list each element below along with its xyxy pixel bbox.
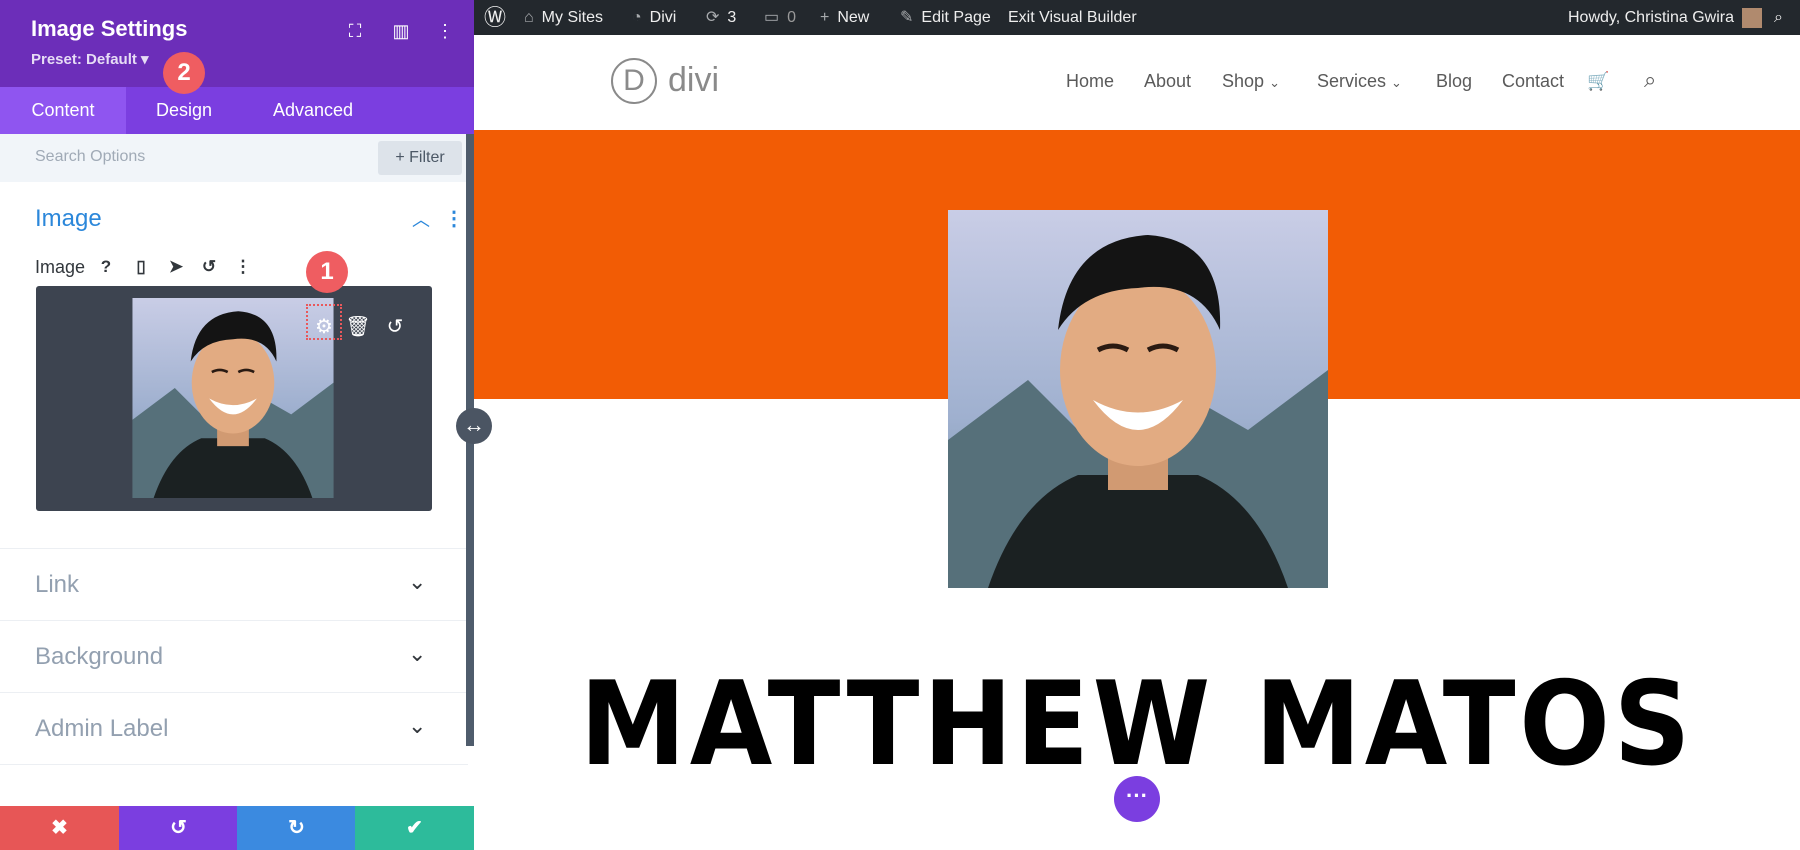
step-badge-1: 1 [306,251,348,293]
portrait-image [132,298,334,498]
nav-contact[interactable]: Contact [1502,71,1564,92]
pencil-icon: ✎ [900,9,914,26]
section-link[interactable]: Link ⌄ [0,548,468,621]
site-header: D divi Home About Shop ⌄ Services ⌄ Blog… [474,35,1800,130]
panel-title: Image Settings [31,16,188,41]
trash-icon[interactable]: 🗑 [343,312,373,342]
chevron-down-icon: ⌄ [1391,75,1402,90]
search-icon[interactable]: ⌕ [1644,67,1656,93]
updates-link[interactable]: ⟳ 3 [706,0,736,35]
new-label: New [837,9,870,26]
edit-page-link[interactable]: ✎ Edit Page [900,0,991,35]
new-link[interactable]: + New [820,0,869,35]
nav-home[interactable]: Home [1066,71,1114,92]
hero-portrait[interactable] [948,210,1328,588]
filter-button[interactable]: + Filter [378,141,462,175]
help-icon[interactable]: ? [93,254,119,280]
module-options-button[interactable]: ··· [1114,776,1160,822]
plus-icon: + [820,9,830,26]
chevron-down-icon: ⌄ [408,713,427,738]
nav-services-label: Services [1317,71,1387,91]
dashboard-icon: ◔ [632,9,642,26]
section-image-title[interactable]: Image [35,205,102,233]
image-upload-field[interactable]: ⚙ 🗑 ↺ [36,286,432,511]
image-thumbnail [132,298,334,498]
logo-mark[interactable]: D [611,58,657,104]
section-admin-label-title: Admin Label [35,715,169,742]
layout-icon[interactable]: ▥ [388,18,414,44]
nav-about[interactable]: About [1144,71,1191,92]
section-admin-label[interactable]: Admin Label ⌄ [0,692,468,765]
mobile-icon[interactable]: ▯ [128,254,154,280]
more-icon[interactable]: ⋮ [432,18,458,44]
wordpress-logo-icon[interactable]: Ⓦ [484,0,506,35]
chevron-up-icon[interactable]: ︿ [412,206,430,232]
gear-icon[interactable]: ⚙ [309,312,339,342]
nav-shop-label: Shop [1222,71,1265,91]
comments-count: 0 [787,9,797,26]
howdy-user[interactable]: Howdy, Christina Gwira [1568,0,1762,35]
updates-count: 3 [727,9,737,26]
undo-button[interactable]: ↺ [119,806,238,850]
image-field-label: Image [35,257,86,277]
plus-icon: + [395,149,405,166]
refresh-icon: ⟳ [706,9,720,26]
wp-admin-bar: Ⓦ ⌂ My Sites ◔ Divi ⟳ 3 ▭ 0 + New ✎ Edit Page … [474,0,1800,35]
redo-button[interactable]: ↻ [237,806,356,850]
resize-handle[interactable]: ↔ [456,408,492,444]
search-row: Search Options + Filter [0,134,474,182]
section-more-icon[interactable]: ⋮ [444,206,464,231]
tab-design[interactable]: Design [140,87,228,134]
hero-name-heading: MATTHEW MATOS [579,657,1695,792]
chevron-down-icon: ⌄ [408,641,427,666]
comment-icon: ▭ [764,9,780,26]
chevron-down-icon: ⌄ [1269,75,1280,90]
avatar [1741,7,1762,28]
section-link-title: Link [35,571,80,598]
field-more-icon[interactable]: ⋮ [230,254,256,280]
comments-link[interactable]: ▭ 0 [764,0,796,35]
fullscreen-icon[interactable]: ⛶ [342,18,368,44]
hover-icon[interactable]: ➤ [163,254,189,280]
panel-footer: ✖ ↺ ↻ ✔ [0,806,474,850]
tab-advanced[interactable]: Advanced [258,87,368,134]
nav-blog[interactable]: Blog [1436,71,1472,92]
home-icon: ⌂ [524,9,534,26]
cart-icon[interactable]: 🛒 [1587,71,1609,92]
howdy-label: Howdy, Christina Gwira [1568,9,1734,26]
edit-page-label: Edit Page [921,9,991,26]
filter-label: Filter [409,149,445,166]
tab-content[interactable]: Content [0,87,126,134]
section-background-title: Background [35,643,164,670]
admin-search-icon[interactable]: ⌕ [1774,0,1783,35]
my-sites-label: My Sites [541,9,604,26]
divi-link[interactable]: ◔ Divi [632,0,676,35]
reset-icon[interactable]: ↺ [196,254,222,280]
nav-shop[interactable]: Shop ⌄ [1222,71,1280,92]
portrait-image [948,210,1328,588]
panel-header: Image Settings Preset: Default ▾ ⛶ ▥ ⋮ [0,0,474,87]
my-sites-link[interactable]: ⌂ My Sites [524,0,603,35]
chevron-down-icon: ⌄ [408,569,427,594]
step-badge-2: 2 [163,52,205,94]
divider [0,764,468,807]
logo-text[interactable]: divi [668,61,719,100]
image-settings-panel: Image Settings Preset: Default ▾ ⛶ ▥ ⋮ C… [0,0,474,850]
undo-icon[interactable]: ↺ [380,312,410,342]
divi-label: Divi [649,9,677,26]
search-input[interactable]: Search Options [35,148,145,166]
exit-visual-builder-link[interactable]: Exit Visual Builder [1008,0,1137,35]
preset-dropdown[interactable]: Preset: Default ▾ [31,50,149,68]
section-background[interactable]: Background ⌄ [0,620,468,693]
discard-button[interactable]: ✖ [0,806,119,850]
tab-bar: Content Design Advanced [0,87,474,134]
save-button[interactable]: ✔ [355,806,474,850]
nav-services[interactable]: Services ⌄ [1317,71,1402,92]
